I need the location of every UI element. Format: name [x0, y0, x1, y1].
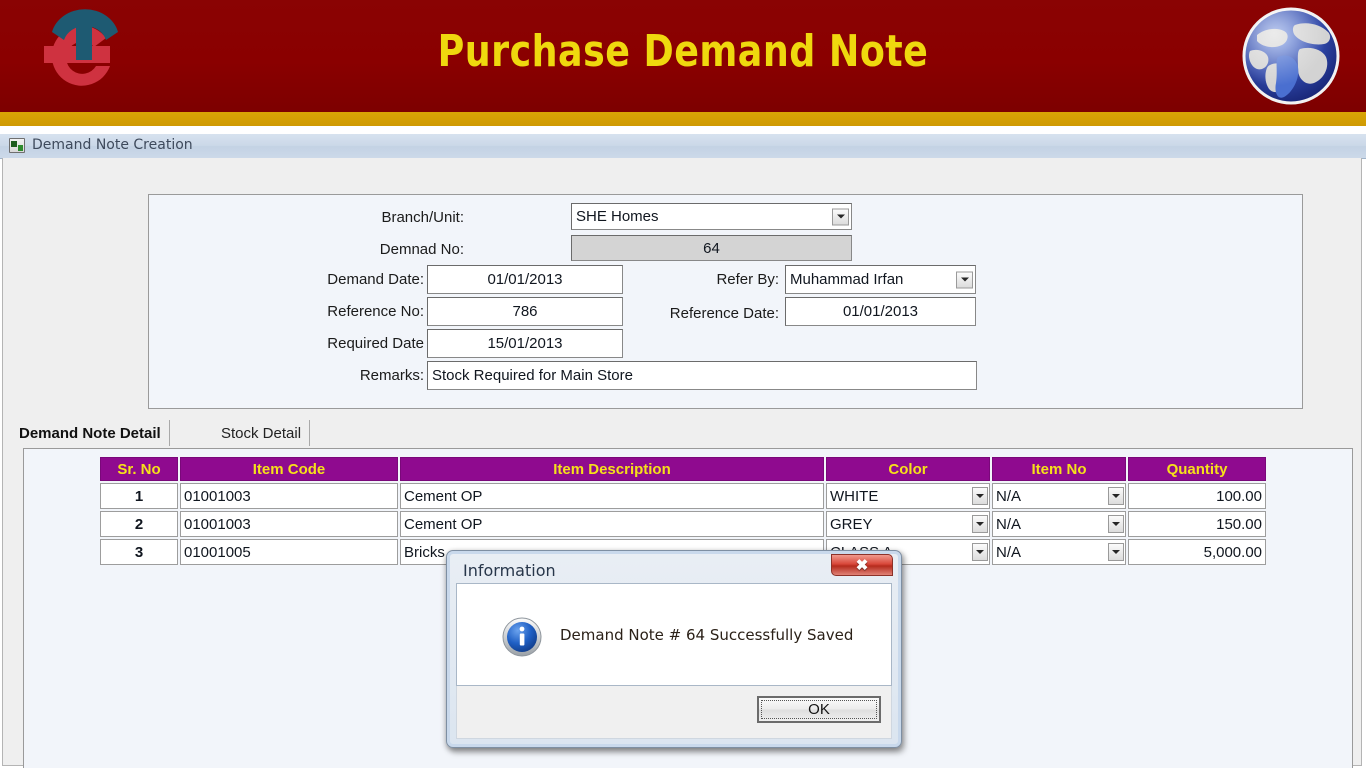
dialog-title: Information: [463, 561, 556, 580]
column-header-item-no[interactable]: Item No: [992, 457, 1126, 481]
branch-unit-value: SHE Homes: [576, 208, 659, 225]
demand-header-panel: Branch/Unit: SHE Homes Demnad No: 64 Dem…: [148, 194, 1303, 409]
cell-item-no-value: N/A: [996, 543, 1022, 561]
cell-color-combobox[interactable]: WHITE: [826, 483, 990, 509]
page-banner: Purchase Demand Note: [0, 0, 1366, 112]
cell-item-no-combobox[interactable]: N/A: [992, 511, 1126, 537]
reference-no-value: 786: [512, 303, 538, 320]
branch-unit-combobox[interactable]: SHE Homes: [571, 203, 852, 230]
column-header-item-code[interactable]: Item Code: [180, 457, 398, 481]
table-row[interactable]: 1 01001003 Cement OP WHITE N/A 100.00: [100, 483, 1266, 509]
chevron-down-icon[interactable]: [832, 208, 849, 225]
cell-quantity[interactable]: 100.00: [1128, 483, 1266, 509]
refer-by-combobox[interactable]: Muhammad Irfan: [785, 265, 976, 294]
cell-quantity[interactable]: 150.00: [1128, 511, 1266, 537]
cell-item-description: Cement OP: [400, 511, 824, 537]
refer-by-label: Refer By:: [716, 271, 779, 288]
cell-item-description: Cement OP: [400, 483, 824, 509]
dialog-footer: OK: [456, 686, 892, 739]
cell-sr-no: 2: [100, 511, 178, 537]
column-header-quantity[interactable]: Quantity: [1128, 457, 1266, 481]
ok-button-label: OK: [808, 701, 830, 718]
close-icon[interactable]: ✖: [831, 554, 893, 576]
cell-sr-no: 3: [100, 539, 178, 565]
cell-color-value: GREY: [830, 515, 873, 533]
tab-demand-note-detail-label: Demand Note Detail: [19, 424, 161, 442]
dialog-content: Demand Note # 64 Successfully Saved: [456, 583, 892, 686]
ok-button[interactable]: OK: [757, 696, 881, 723]
chevron-down-icon[interactable]: [972, 515, 988, 533]
demand-date-label: Demand Date:: [327, 271, 424, 288]
window-title: Demand Note Creation: [32, 137, 193, 153]
reference-date-label: Reference Date:: [669, 305, 779, 322]
page-title: Purchase Demand Note: [437, 26, 929, 77]
required-date-input[interactable]: 15/01/2013: [427, 329, 623, 358]
cell-item-no-value: N/A: [996, 487, 1022, 505]
cell-item-no-combobox[interactable]: N/A: [992, 483, 1126, 509]
cell-color-value: WHITE: [830, 487, 879, 505]
required-date-label: Required Date: [327, 335, 424, 352]
cell-item-no-combobox[interactable]: N/A: [992, 539, 1126, 565]
chevron-down-icon[interactable]: [1108, 543, 1124, 561]
tab-stock-detail[interactable]: Stock Detail: [213, 420, 311, 446]
close-icon-glyph: ✖: [855, 557, 869, 574]
chevron-down-icon[interactable]: [956, 271, 973, 288]
cell-quantity[interactable]: 5,000.00: [1128, 539, 1266, 565]
remarks-input[interactable]: Stock Required for Main Store: [427, 361, 977, 390]
table-row[interactable]: 2 01001003 Cement OP GREY N/A 150.00: [100, 511, 1266, 537]
reference-date-input[interactable]: 01/01/2013: [785, 297, 976, 326]
window-app-icon: [9, 138, 25, 153]
demand-date-input[interactable]: 01/01/2013: [427, 265, 623, 294]
branch-unit-label: Branch/Unit:: [381, 209, 464, 226]
detail-tabs: Demand Note Detail Stock Detail: [11, 420, 1355, 446]
chevron-down-icon[interactable]: [972, 543, 988, 561]
banner-gold-stripe: [0, 112, 1366, 126]
globe-icon: [1242, 7, 1340, 105]
chevron-down-icon[interactable]: [1108, 515, 1124, 533]
chevron-down-icon[interactable]: [972, 487, 988, 505]
refer-by-value: Muhammad Irfan: [790, 271, 904, 288]
dialog-message: Demand Note # 64 Successfully Saved: [560, 626, 854, 644]
demand-no-field: 64: [571, 235, 852, 261]
cell-item-code[interactable]: 01001003: [180, 483, 398, 509]
cell-sr-no: 1: [100, 483, 178, 509]
remarks-label: Remarks:: [359, 367, 424, 384]
reference-no-label: Reference No:: [327, 303, 424, 320]
column-header-color[interactable]: Color: [826, 457, 990, 481]
cell-color-combobox[interactable]: GREY: [826, 511, 990, 537]
demand-no-value: 64: [703, 239, 720, 257]
info-icon: [502, 617, 542, 657]
reference-no-input[interactable]: 786: [427, 297, 623, 326]
chevron-down-icon[interactable]: [1108, 487, 1124, 505]
remarks-value: Stock Required for Main Store: [432, 367, 633, 384]
tab-stock-detail-label: Stock Detail: [221, 424, 302, 442]
information-dialog: Information ✖ Demand Note # 64 Successfu…: [446, 550, 902, 748]
tab-demand-note-detail[interactable]: Demand Note Detail: [11, 420, 170, 446]
window-titlebar: Demand Note Creation: [0, 134, 1366, 159]
reference-date-value: 01/01/2013: [842, 303, 919, 320]
application-root: Purchase Demand Note Demand Note Creatio…: [0, 0, 1366, 768]
required-date-value: 15/01/2013: [487, 335, 563, 352]
column-header-sr-no[interactable]: Sr. No: [100, 457, 178, 481]
demand-no-label: Demnad No:: [379, 241, 464, 258]
column-header-item-description[interactable]: Item Description: [400, 457, 824, 481]
demand-date-value: 01/01/2013: [487, 271, 563, 288]
cell-item-no-value: N/A: [996, 515, 1022, 533]
cell-item-code[interactable]: 01001005: [180, 539, 398, 565]
table-header-row: Sr. No Item Code Item Description Color …: [100, 457, 1266, 481]
cell-item-code[interactable]: 01001003: [180, 511, 398, 537]
